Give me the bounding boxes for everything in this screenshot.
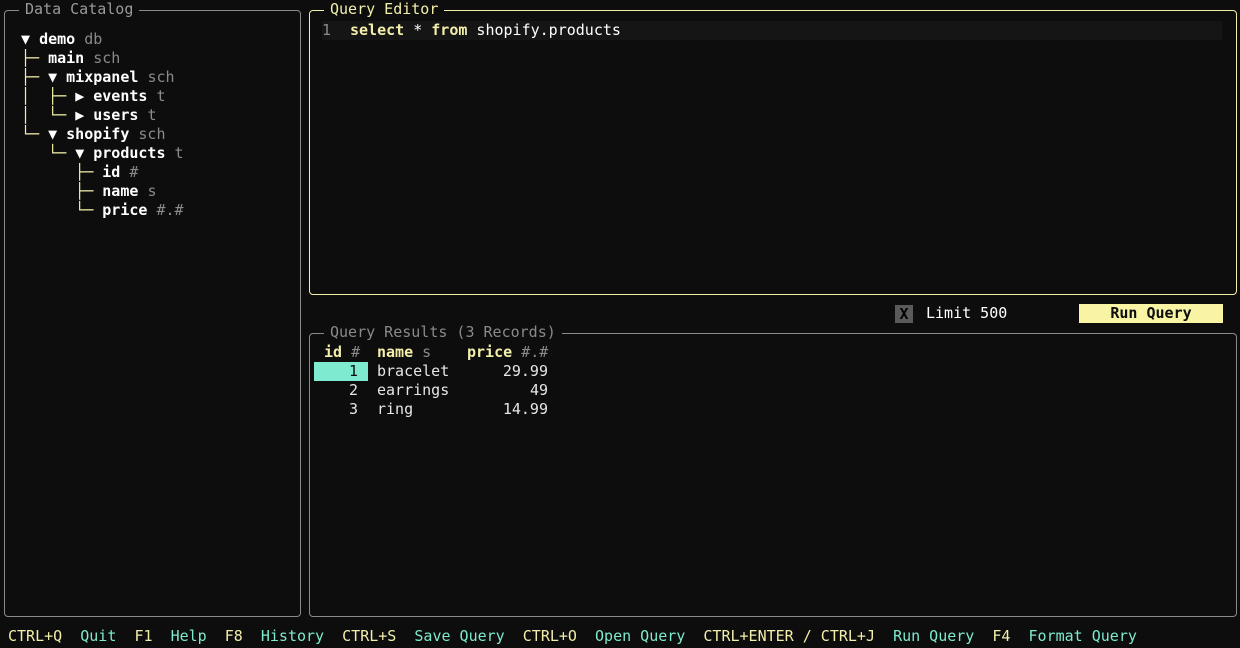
editor-line[interactable]: 1 select * from shopify.products — [322, 21, 1222, 40]
tree-node-type: sch — [138, 125, 166, 143]
column-type: # — [351, 343, 361, 361]
tree-node[interactable]: └─ price #.# — [21, 201, 184, 220]
column-type: s — [422, 343, 432, 361]
line-number: 1 — [322, 21, 332, 39]
column-name: price — [467, 343, 513, 361]
tree-guide: ├─ — [21, 182, 103, 200]
expanded-arrow-icon[interactable]: ▼ — [75, 144, 93, 162]
footer-action[interactable]: Help — [171, 627, 207, 645]
tree-node-type: # — [129, 163, 139, 181]
tree-guide: ├─ — [21, 49, 49, 67]
tree-node[interactable]: ▼ demo db — [21, 30, 184, 49]
tree-node[interactable]: ├─ ▼ mixpanel sch — [21, 68, 184, 87]
sql-keyword-select: select — [350, 21, 405, 39]
footer-key: F1 — [134, 627, 153, 645]
limit-checkbox[interactable]: X — [895, 305, 913, 323]
tree-node[interactable]: │ ├─ ▶ events t — [21, 87, 184, 106]
cell-name[interactable]: ring — [377, 400, 413, 419]
cell-id[interactable]: 1 — [314, 362, 368, 381]
tree-guide: │ └─ — [21, 106, 76, 124]
column-header[interactable]: id # — [324, 343, 378, 362]
footer-key: CTRL+ENTER / CTRL+J — [703, 627, 875, 645]
cell-price[interactable]: 49 — [467, 381, 548, 400]
cell-name[interactable]: bracelet — [377, 362, 449, 381]
tree-node-type: sch — [147, 68, 175, 86]
tree-node-name: main — [48, 49, 85, 67]
column-name: name — [377, 343, 414, 361]
query-editor-panel[interactable]: Query Editor 1 select * from shopify.prod… — [309, 0, 1237, 295]
tree-guide: └─ — [21, 144, 76, 162]
tree-node[interactable]: └─ ▼ shopify sch — [21, 125, 184, 144]
cell-name[interactable]: earrings — [377, 381, 449, 400]
footer-action[interactable]: Run Query — [893, 627, 974, 645]
sql-keyword-from: from — [431, 21, 468, 39]
footer-action[interactable]: History — [261, 627, 324, 645]
footer-action[interactable]: Quit — [80, 627, 116, 645]
tree-guide: └─ — [21, 125, 49, 143]
expanded-arrow-icon[interactable]: ▼ — [48, 68, 66, 86]
footer-key: F4 — [992, 627, 1011, 645]
column-name: id — [324, 343, 343, 361]
cell-id[interactable]: 2 — [314, 381, 368, 400]
tree-node-name: id — [102, 163, 121, 181]
collapsed-arrow-icon[interactable]: ▶ — [75, 106, 93, 124]
tree-node-type: t — [174, 144, 184, 162]
tree-node-name: price — [102, 201, 148, 219]
tree-node-name: mixpanel — [66, 68, 139, 86]
tree-guide: │ ├─ — [21, 87, 76, 105]
tree-guide: ├─ — [21, 68, 49, 86]
cell-price[interactable]: 14.99 — [467, 400, 548, 419]
footer-keybindings: CTRL+Q Quit F1 Help F8 History CTRL+S Sa… — [8, 627, 1137, 646]
sql-table-ref: shopify.products — [467, 21, 621, 39]
footer-action[interactable]: Open Query — [595, 627, 685, 645]
limit-label[interactable]: Limit 500 — [926, 304, 1007, 323]
expanded-arrow-icon[interactable]: ▼ — [21, 30, 39, 48]
expanded-arrow-icon[interactable]: ▼ — [48, 125, 66, 143]
column-header[interactable]: price #.# — [467, 343, 548, 362]
tree-node-type: db — [84, 30, 103, 48]
footer-action[interactable]: Save Query — [414, 627, 504, 645]
tree-node[interactable]: └─ ▼ products t — [21, 144, 184, 163]
catalog-tree[interactable]: ▼ demo db ├─ main sch ├─ ▼ mixpanel sch │ ├… — [21, 30, 184, 220]
tree-node[interactable]: ├─ id # — [21, 163, 184, 182]
sql-star: * — [404, 21, 432, 39]
cell-id[interactable]: 3 — [314, 400, 368, 419]
tree-node-name: events — [93, 87, 148, 105]
footer-key: CTRL+O — [522, 627, 577, 645]
tree-node-type: sch — [93, 49, 121, 67]
tree-node[interactable]: │ └─ ▶ users t — [21, 106, 184, 125]
query-editor-title: Query Editor — [324, 0, 445, 19]
tree-node-name: name — [102, 182, 139, 200]
tree-node-name: users — [93, 106, 139, 124]
tree-node-type: #.# — [156, 201, 184, 219]
tree-node[interactable]: ├─ name s — [21, 182, 184, 201]
data-catalog-panel[interactable]: Data Catalog ▼ demo db ├─ main sch ├─ ▼ mi… — [4, 0, 301, 617]
tree-guide: ├─ — [21, 163, 103, 181]
column-header[interactable]: name s — [377, 343, 431, 362]
data-catalog-title: Data Catalog — [19, 0, 140, 19]
cell-price[interactable]: 29.99 — [467, 362, 548, 381]
tree-node[interactable]: ├─ main sch — [21, 49, 184, 68]
tree-node-type: t — [147, 106, 157, 124]
run-query-button[interactable]: Run Query — [1079, 304, 1223, 323]
tree-node-name: demo — [39, 30, 76, 48]
tree-node-type: t — [156, 87, 166, 105]
tree-node-type: s — [147, 182, 157, 200]
footer-key: CTRL+Q — [8, 627, 63, 645]
footer-key: CTRL+S — [342, 627, 397, 645]
collapsed-arrow-icon[interactable]: ▶ — [75, 87, 93, 105]
app-screen: Data Catalog ▼ demo db ├─ main sch ├─ ▼ mi… — [0, 0, 1240, 648]
tree-node-name: shopify — [66, 125, 130, 143]
tree-guide: └─ — [21, 201, 103, 219]
query-results-panel[interactable]: Query Results (3 Records) id # name s pric… — [309, 323, 1237, 617]
query-results-title: Query Results (3 Records) — [324, 323, 562, 342]
footer-action[interactable]: Format Query — [1029, 627, 1137, 645]
footer-key: F8 — [224, 627, 243, 645]
tree-node-name: products — [93, 144, 166, 162]
column-type: #.# — [521, 343, 549, 361]
